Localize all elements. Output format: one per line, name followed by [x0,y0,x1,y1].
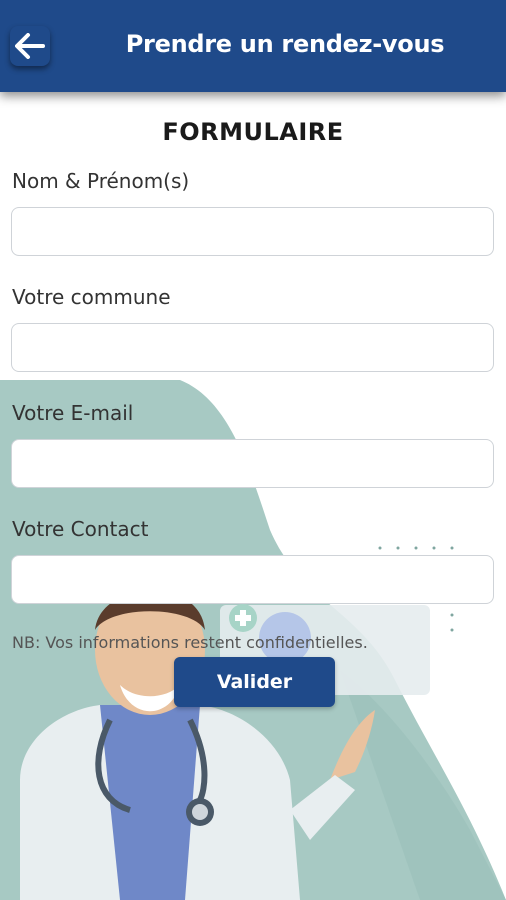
privacy-note: NB: Vos informations restent confidentie… [12,633,368,652]
arrow-left-icon [15,33,45,59]
back-button[interactable] [10,26,50,66]
email-label: Votre E-mail [12,401,134,425]
page-title: Prendre un rendez-vous [125,30,445,58]
name-label: Nom & Prénom(s) [12,169,190,193]
app-bar: Prendre un rendez-vous [0,0,506,92]
contact-label: Votre Contact [12,517,149,541]
name-field[interactable] [11,207,494,256]
appointment-form: FORMULAIRE Nom & Prénom(s) Votre commune… [0,0,506,900]
commune-label: Votre commune [12,285,171,309]
submit-button[interactable]: Valider [174,657,335,707]
email-field[interactable] [11,439,494,488]
contact-field[interactable] [11,555,494,604]
commune-field[interactable] [11,323,494,372]
form-title: FORMULAIRE [162,118,344,146]
